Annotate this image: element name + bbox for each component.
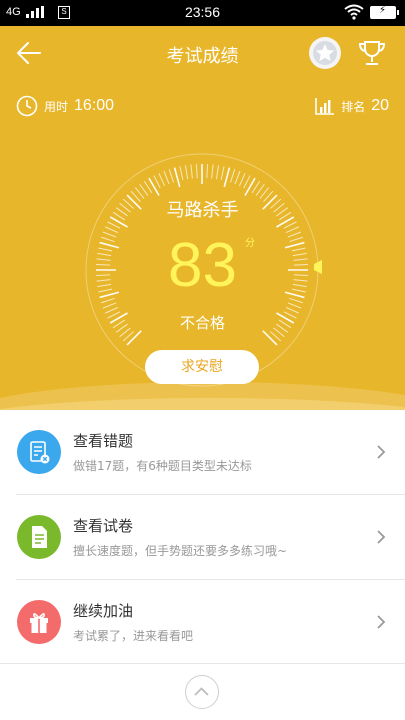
bar-chart-icon: [315, 98, 335, 115]
list-item-title: 查看错题: [73, 432, 134, 450]
gauge-tick: [158, 172, 166, 187]
gauge-tick: [179, 166, 184, 181]
gauge-tick: [102, 302, 117, 309]
exam-paper-icon: [17, 515, 61, 559]
star-badge-button[interactable]: [309, 37, 341, 69]
rank: 排名 20: [315, 94, 389, 118]
pass-status: 不合格: [179, 314, 225, 332]
list-item-title: 查看试卷: [73, 517, 134, 535]
gauge-tick: [168, 169, 175, 183]
comfort-button[interactable]: 求安慰: [145, 350, 259, 384]
wifi-icon: [344, 4, 364, 20]
gauge-tick: [243, 175, 251, 189]
rank-value: 20: [371, 97, 389, 114]
gauge-tick: [190, 164, 193, 179]
chevron-right-icon: [377, 530, 386, 544]
chevron-right-icon: [377, 615, 386, 629]
gauge-tick: [211, 164, 214, 179]
gauge-tick: [287, 302, 302, 309]
gauge-tick: [206, 164, 209, 179]
status-bar: 4G S 23:56 ⚡: [0, 0, 405, 26]
gauge-tick: [215, 165, 220, 180]
score-value: 83: [168, 231, 237, 300]
gauge-tick: [153, 175, 161, 189]
gauge-tick: [107, 221, 121, 229]
clock-icon: [16, 95, 38, 117]
battery-icon: ⚡: [370, 5, 399, 19]
gauge-tick: [244, 177, 256, 196]
gauge-tick: [163, 170, 170, 185]
score-unit: 分: [245, 238, 255, 249]
star-icon: [313, 41, 337, 65]
gauge-tick: [184, 165, 189, 180]
list-item-subtitle: 考试累了，进来看看吧: [73, 629, 194, 643]
wrong-questions-icon: [17, 430, 61, 474]
gift-icon: [17, 600, 61, 644]
result-title: 马路杀手: [166, 200, 239, 221]
chevron-up-icon: [194, 687, 209, 696]
list-item-subtitle: 做错17题，有6种题目类型未达标: [73, 459, 252, 473]
rank-label: 排名: [341, 99, 366, 114]
list-item-subtitle: 擅长速度题，但手势题还要多多练习哦~: [73, 544, 288, 558]
action-list: 查看错题 做错17题，有6种题目类型未达标 查看试卷 擅长速度题，但手势题还要多…: [0, 410, 405, 664]
gauge-tick: [173, 167, 181, 188]
gauge-tick: [220, 166, 225, 181]
gauge-tick: [195, 164, 198, 179]
chevron-right-icon: [377, 445, 386, 459]
time-value: 16:00: [74, 97, 115, 114]
list-item-title: 继续加油: [73, 602, 134, 620]
page-title: 考试成绩: [166, 46, 239, 67]
gauge-tick: [143, 180, 153, 194]
gauge-tick: [229, 169, 236, 183]
gauge-tick: [251, 180, 261, 194]
list-item-exam-paper[interactable]: 查看试卷 擅长速度题，但手势题还要多多练习哦~: [0, 495, 405, 579]
list-item-wrong-questions[interactable]: 查看错题 做错17题，有6种题目类型未达标: [0, 410, 405, 494]
trophy-icon[interactable]: [356, 37, 388, 69]
gauge-tick: [238, 172, 246, 187]
scroll-up-button[interactable]: [185, 675, 219, 709]
divider: [0, 663, 405, 664]
list-item-keep-going[interactable]: 继续加油 考试累了，进来看看吧: [0, 580, 405, 664]
gauge-tick: [234, 170, 241, 185]
back-arrow-icon[interactable]: [14, 38, 44, 68]
result-header: 考试成绩 用时 16:00 排名 20 马路杀手 83 分 不合格 求安慰: [0, 26, 405, 410]
gauge-tick: [283, 221, 297, 229]
gauge-tick: [223, 167, 231, 188]
gauge-tick: [148, 177, 160, 196]
time-label: 用时: [44, 99, 69, 114]
time-used: 用时 16:00: [16, 94, 114, 118]
